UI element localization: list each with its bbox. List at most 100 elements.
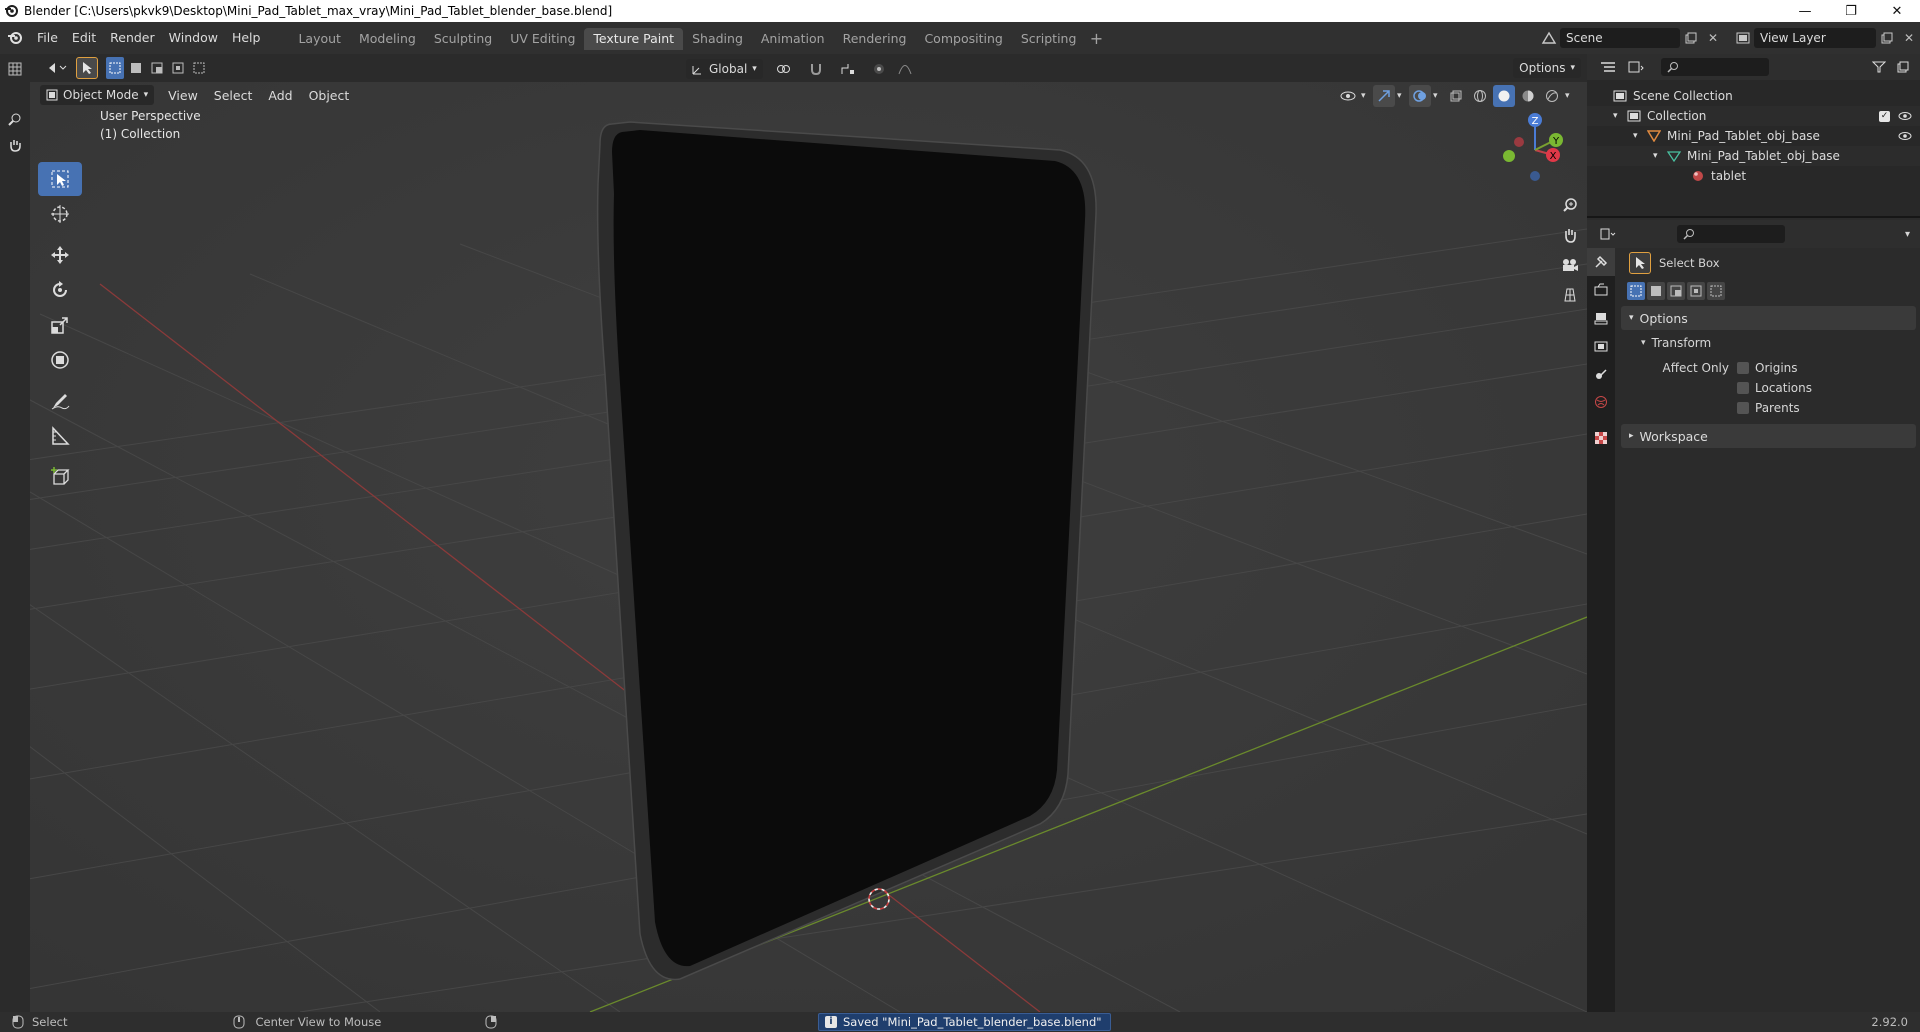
chevron-down-icon[interactable]: ▾ — [1905, 229, 1910, 240]
filter-icon[interactable] — [1868, 56, 1890, 78]
menu-render[interactable]: Render — [103, 27, 162, 49]
mode-intersect-icon[interactable] — [1687, 282, 1705, 300]
scene-tab-icon[interactable] — [1587, 360, 1615, 388]
hand-side-icon[interactable] — [4, 134, 26, 156]
outliner-editor-type-icon[interactable] — [1597, 56, 1619, 78]
proportional-edit-icon[interactable] — [869, 58, 889, 80]
delete-scene-icon[interactable]: ✕ — [1702, 27, 1724, 49]
viewport-menu-add[interactable]: Add — [260, 88, 300, 103]
add-workspace-icon[interactable]: + — [1085, 28, 1107, 50]
outliner-row-collection[interactable]: ▾ Collection ✓ — [1587, 106, 1920, 126]
parents-checkbox[interactable] — [1737, 402, 1749, 414]
options-panel-header[interactable]: ▾ Options — [1621, 306, 1916, 330]
scale-tool-icon[interactable] — [38, 308, 82, 342]
visibility-icon[interactable] — [1337, 85, 1359, 107]
annotate-tool-icon[interactable] — [38, 384, 82, 418]
properties-editor-type-icon[interactable] — [1597, 223, 1619, 245]
output-tab-icon[interactable] — [1587, 304, 1615, 332]
rotate-tool-icon[interactable] — [38, 273, 82, 307]
maximize-button[interactable]: ❐ — [1828, 0, 1874, 22]
transform-orientation-dropdown[interactable]: Global ▾ — [686, 59, 763, 79]
mode-intersect-icon[interactable] — [169, 57, 187, 79]
tab-scripting[interactable]: Scripting — [1012, 28, 1086, 50]
zoom-side-icon[interactable] — [4, 108, 26, 130]
mode-subtract-icon[interactable] — [1667, 282, 1685, 300]
view-layer-field[interactable]: View Layer — [1754, 28, 1876, 48]
menu-file[interactable]: File — [30, 27, 65, 49]
menu-help[interactable]: Help — [225, 27, 268, 49]
properties-search-input[interactable] — [1677, 225, 1785, 243]
perspective-toggle-icon[interactable] — [1553, 280, 1587, 310]
region-toggle-icon[interactable] — [4, 58, 26, 80]
cursor-tool-icon[interactable] — [38, 197, 82, 231]
outliner-row-scene-collection[interactable]: Scene Collection — [1587, 86, 1920, 106]
mode-extend-icon[interactable] — [127, 57, 145, 79]
exclude-checkbox[interactable]: ✓ — [1879, 110, 1890, 122]
world-tab-icon[interactable] — [1587, 388, 1615, 416]
select-tool-icon[interactable] — [76, 57, 98, 79]
new-scene-icon[interactable] — [1680, 27, 1702, 49]
solid-shading-icon[interactable] — [1493, 85, 1515, 107]
transform-subpanel-header[interactable]: ▾ Transform — [1617, 332, 1920, 354]
outliner-row-material[interactable]: tablet — [1587, 166, 1920, 186]
viewport-menu-view[interactable]: View — [160, 88, 206, 103]
eye-icon[interactable] — [1898, 111, 1912, 121]
snap-target-icon[interactable] — [833, 58, 863, 80]
viewport-menu-select[interactable]: Select — [206, 88, 261, 103]
snap-icon[interactable] — [805, 58, 827, 80]
gizmo-toggle-icon[interactable] — [1373, 85, 1395, 107]
render-tab-icon[interactable] — [1587, 276, 1615, 304]
outliner-search-input[interactable] — [1661, 58, 1769, 76]
material-shading-icon[interactable] — [1517, 85, 1539, 107]
close-button[interactable]: ✕ — [1874, 0, 1920, 22]
overlays-icon[interactable] — [1409, 85, 1431, 107]
mode-set-icon[interactable] — [1627, 282, 1645, 300]
select-box-tool-icon[interactable] — [38, 162, 82, 196]
expand-arrow-icon[interactable]: ▾ — [1653, 151, 1667, 161]
navigation-gizmo[interactable]: Z Y X — [1495, 110, 1575, 190]
object-mode-dropdown[interactable]: Object Mode ▾ — [40, 85, 155, 105]
zoom-icon[interactable] — [1553, 190, 1587, 220]
tool-settings-icon[interactable] — [46, 57, 68, 79]
tab-layout[interactable]: Layout — [289, 28, 350, 50]
measure-tool-icon[interactable] — [38, 419, 82, 453]
new-collection-icon[interactable] — [1892, 56, 1914, 78]
workspace-panel-header[interactable]: ▸ Workspace — [1621, 424, 1916, 448]
xray-icon[interactable] — [1445, 85, 1467, 107]
pivot-point-icon[interactable] — [769, 58, 799, 80]
expand-arrow-icon[interactable]: ▾ — [1633, 131, 1647, 141]
wireframe-shading-icon[interactable] — [1469, 85, 1491, 107]
new-view-layer-icon[interactable] — [1876, 27, 1898, 49]
rendered-shading-icon[interactable] — [1541, 85, 1563, 107]
mode-subtract-icon[interactable] — [148, 57, 166, 79]
select-box-tool-icon[interactable] — [1629, 252, 1651, 274]
tab-compositing[interactable]: Compositing — [915, 28, 1011, 50]
minimize-button[interactable]: — — [1782, 0, 1828, 22]
pan-hand-icon[interactable] — [1553, 220, 1587, 250]
blender-menu-icon[interactable] — [0, 22, 30, 54]
options-dropdown[interactable]: Options ▾ — [1513, 58, 1581, 78]
tab-uv-editing[interactable]: UV Editing — [501, 28, 584, 50]
scene-icon[interactable] — [1538, 27, 1560, 49]
tab-modeling[interactable]: Modeling — [350, 28, 425, 50]
view-layer-tab-icon[interactable] — [1587, 332, 1615, 360]
display-mode-icon[interactable] — [1625, 56, 1647, 78]
3d-viewport[interactable]: Global ▾ Options ▾ Object Mode ▾ View Se… — [0, 54, 1587, 1012]
scene-field[interactable]: Scene — [1560, 28, 1680, 48]
mode-set-icon[interactable] — [106, 57, 124, 79]
menu-window[interactable]: Window — [162, 27, 225, 49]
tab-sculpting[interactable]: Sculpting — [425, 28, 501, 50]
camera-view-icon[interactable] — [1553, 250, 1587, 280]
transform-tool-icon[interactable] — [38, 343, 82, 377]
viewport-menu-object[interactable]: Object — [301, 88, 358, 103]
tool-tab-icon[interactable] — [1587, 248, 1615, 276]
mode-extend-icon[interactable] — [1647, 282, 1665, 300]
eye-icon[interactable] — [1898, 131, 1912, 141]
origins-checkbox[interactable] — [1737, 362, 1749, 374]
move-tool-icon[interactable] — [38, 238, 82, 272]
mode-difference-icon[interactable] — [1707, 282, 1725, 300]
locations-checkbox[interactable] — [1737, 382, 1749, 394]
outliner-row-object[interactable]: ▾ Mini_Pad_Tablet_obj_base — [1587, 126, 1920, 146]
expand-arrow-icon[interactable]: ▾ — [1613, 111, 1627, 121]
add-cube-tool-icon[interactable] — [38, 460, 82, 494]
